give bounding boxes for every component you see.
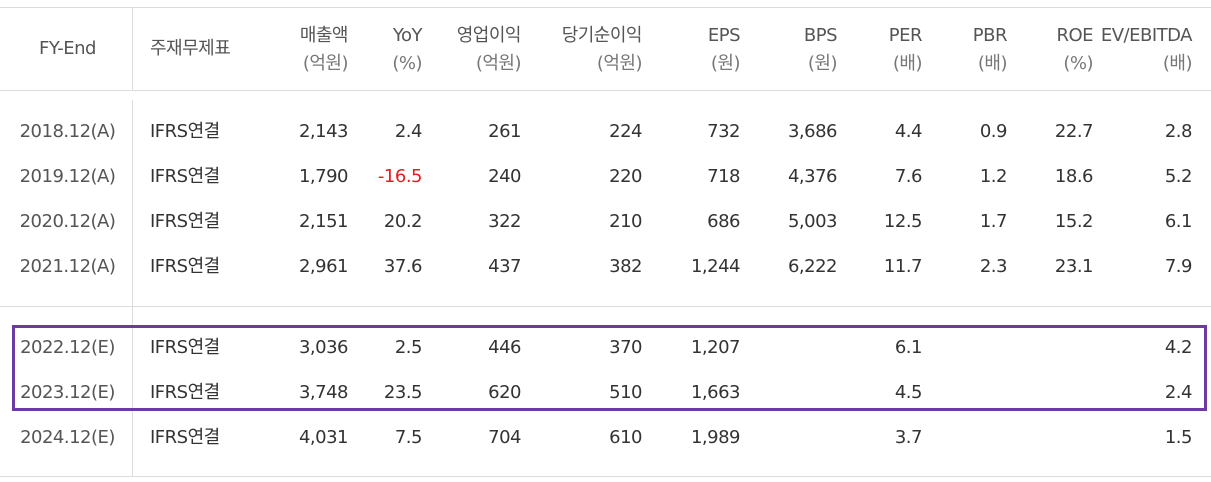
cell-std: IFRS연결 (150, 166, 220, 187)
header-op: 영업이익 (456, 25, 522, 46)
cell-net: 210 (609, 211, 642, 232)
cell-std: IFRS연결 (150, 427, 220, 448)
cell-op: 704 (488, 427, 521, 448)
cell-fy: 2020.12(A) (19, 211, 116, 232)
cell-op: 261 (488, 121, 521, 142)
cell-net: 610 (609, 427, 642, 448)
table-bottom-border (0, 476, 1211, 477)
cell-yoy: 7.5 (394, 427, 423, 448)
cell-per: 11.7 (883, 256, 923, 277)
cell-ev: 2.8 (1164, 121, 1193, 142)
cell-net: 220 (609, 166, 642, 187)
header-net: 당기순이익 (561, 25, 643, 46)
cell-std: IFRS연결 (150, 211, 220, 232)
header-fy: FY-End (39, 38, 96, 59)
cell-yoy: 37.6 (383, 256, 423, 277)
header-std: 주재무제표 (150, 38, 231, 59)
header-yoy: YoY (392, 25, 423, 46)
header-eps: EPS (707, 25, 741, 46)
cell-fy: 2021.12(A) (19, 256, 116, 277)
cell-per: 7.6 (894, 166, 923, 187)
cell-ev: 7.9 (1164, 256, 1193, 277)
cell-eps: 1,989 (690, 427, 741, 448)
cell-bps: 6,222 (787, 256, 838, 277)
cell-op: 322 (488, 211, 521, 232)
cell-net: 224 (609, 121, 642, 142)
cell-rev: 2,961 (298, 256, 349, 277)
cell-ev: 6.1 (1164, 211, 1193, 232)
header-op-unit: (억원) (475, 53, 522, 74)
header-roe: ROE (1056, 25, 1093, 46)
cell-rev: 1,790 (298, 166, 349, 187)
header-roe-unit: (%) (1063, 53, 1093, 74)
cell-fy: 2018.12(A) (19, 121, 116, 142)
body-column-divider (132, 100, 133, 476)
header-rev-unit: (억원) (302, 53, 349, 74)
header-column-divider (132, 7, 133, 90)
cell-op: 240 (488, 166, 521, 187)
cell-yoy: 20.2 (383, 211, 423, 232)
cell-roe: 23.1 (1054, 256, 1094, 277)
cell-eps: 686 (707, 211, 740, 232)
cell-roe: 18.6 (1054, 166, 1094, 187)
cell-pbr: 0.9 (979, 121, 1008, 142)
header-bps-unit: (원) (807, 53, 838, 74)
header-net-unit: (억원) (596, 53, 643, 74)
cell-pbr: 1.7 (979, 211, 1008, 232)
cell-per: 3.7 (894, 427, 923, 448)
header-pbr: PBR (972, 25, 1008, 46)
estimate-highlight-box (12, 325, 1207, 411)
header-per: PER (888, 25, 923, 46)
header-ev: EV/EBITDA (1100, 25, 1193, 46)
cell-bps: 3,686 (787, 121, 838, 142)
cell-per: 4.4 (894, 121, 923, 142)
actual-estimate-divider (0, 306, 1211, 307)
cell-op: 437 (488, 256, 521, 277)
cell-eps: 718 (707, 166, 740, 187)
header-bps: BPS (803, 25, 838, 46)
cell-roe: 22.7 (1054, 121, 1094, 142)
cell-net: 382 (609, 256, 642, 277)
cell-ev: 5.2 (1164, 166, 1193, 187)
cell-fy: 2019.12(A) (19, 166, 116, 187)
cell-ev: 1.5 (1164, 427, 1193, 448)
cell-per: 12.5 (883, 211, 923, 232)
cell-bps: 4,376 (787, 166, 838, 187)
header-ev-unit: (배) (1162, 53, 1193, 74)
header-eps-unit: (원) (710, 53, 741, 74)
cell-rev: 2,151 (298, 211, 349, 232)
cell-yoy: -16.5 (377, 166, 423, 187)
table-top-border (0, 7, 1211, 8)
header-divider (0, 90, 1211, 91)
cell-pbr: 2.3 (979, 256, 1008, 277)
cell-eps: 1,244 (690, 256, 741, 277)
cell-roe: 15.2 (1054, 211, 1094, 232)
header-rev: 매출액 (299, 25, 349, 46)
cell-std: IFRS연결 (150, 121, 220, 142)
cell-std: IFRS연결 (150, 256, 220, 277)
cell-fy: 2024.12(E) (20, 427, 115, 448)
cell-rev: 2,143 (298, 121, 349, 142)
cell-pbr: 1.2 (979, 166, 1008, 187)
cell-eps: 732 (707, 121, 740, 142)
cell-yoy: 2.4 (394, 121, 423, 142)
header-per-unit: (배) (892, 53, 923, 74)
cell-rev: 4,031 (298, 427, 349, 448)
header-yoy-unit: (%) (392, 53, 422, 74)
cell-bps: 5,003 (787, 211, 838, 232)
header-pbr-unit: (배) (977, 53, 1008, 74)
